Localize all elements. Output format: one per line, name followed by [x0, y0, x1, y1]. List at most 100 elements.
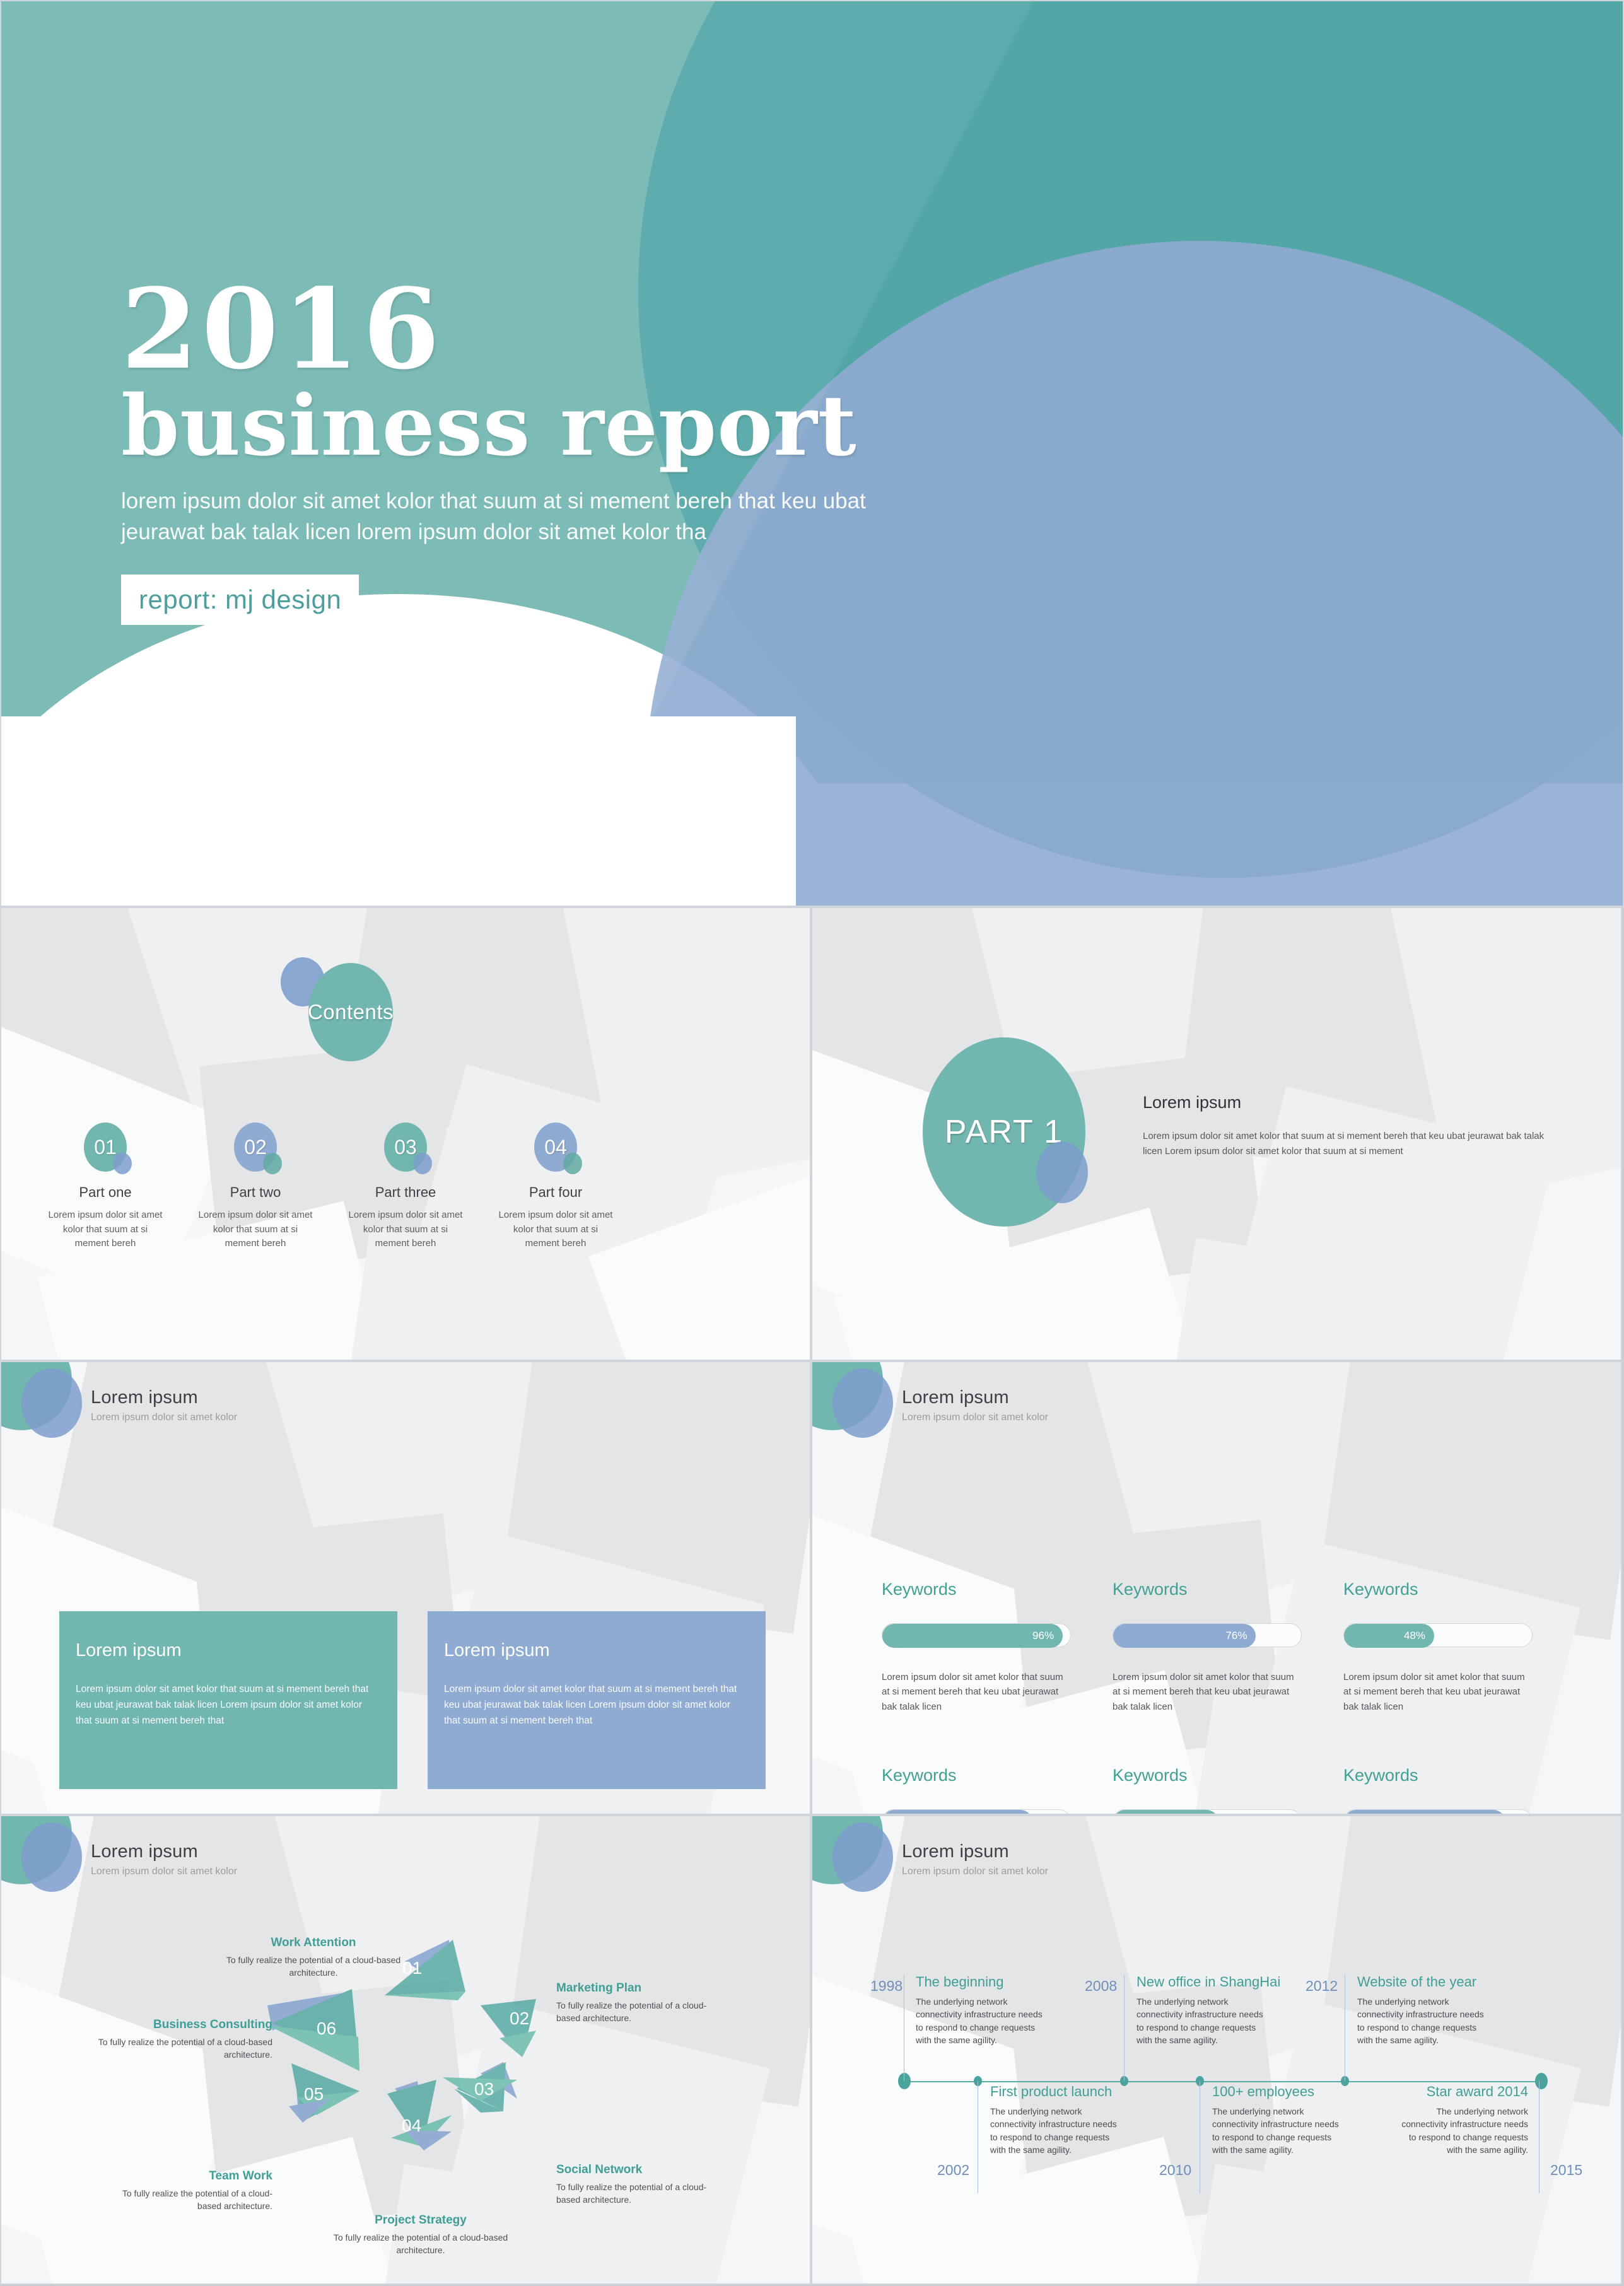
part-number-badge: 02 [234, 1123, 282, 1174]
keyword-item[interactable]: Keywords 86% Lorem ipsum dolor sit amet … [1343, 1765, 1574, 1814]
timeline-year: 2012 [1306, 1978, 1338, 1994]
cycle-step-label: Project Strategy [375, 2213, 467, 2227]
timeline-event-title: First product launch [990, 2084, 1113, 2099]
keyword-item[interactable]: Keywords 80% Lorem ipsum dolor sit amet … [882, 1766, 1113, 1814]
cycle-step-number: 02 [510, 2009, 529, 2028]
progress-track[interactable]: 96% [882, 1623, 1071, 1648]
part-number-badge: 01 [84, 1123, 132, 1174]
cycle-slide[interactable]: Lorem ipsum Lorem ipsum dolor sit amet k… [0, 1815, 811, 2285]
contents-title-circle: Contents [307, 963, 394, 1061]
timeline-event-title: 100+ employees [1212, 2084, 1315, 2099]
logo-blue-circle-icon [832, 1368, 893, 1438]
logo-mark [1, 1362, 82, 1438]
content-box[interactable]: Lorem ipsum Lorem ipsum dolor sit amet k… [428, 1611, 766, 1789]
timeline-stem [1124, 1975, 1125, 2081]
cycle-label-team-work[interactable]: Team Work To fully realize the potential… [102, 2169, 272, 2213]
timeline-event[interactable]: Website of the year The underlying netwo… [1357, 1974, 1502, 2046]
cycle-label-business-consulting[interactable]: Business Consulting To fully realize the… [77, 2018, 272, 2061]
timeline-year: 2008 [1085, 1978, 1118, 1994]
contents-part-item[interactable]: 02 Part two Lorem ipsum dolor sit amet k… [189, 1123, 322, 1251]
timeline-event-body: The underlying network connectivity infr… [1136, 1997, 1263, 2045]
cycle-step-number: 06 [317, 2019, 336, 2038]
timeline-event-title: Website of the year [1357, 1974, 1477, 1990]
part-name: Part two [230, 1184, 281, 1200]
keywords-slide[interactable]: Lorem ipsum Lorem ipsum dolor sit amet k… [811, 1361, 1622, 1815]
cycle-step-label: Marketing Plan [556, 1981, 642, 1995]
timeline-event-title: New office in ShangHai [1136, 1974, 1281, 1990]
progress-track[interactable]: 76% [1113, 1623, 1302, 1648]
progress-track[interactable]: 80% [882, 1809, 1071, 1814]
cover-subtitle: lorem ipsum dolor sit amet kolor that su… [121, 488, 866, 545]
keyword-item[interactable]: Keywords 96% Lorem ipsum dolor sit amet … [882, 1580, 1113, 1714]
cycle-step-label: Social Network [556, 2163, 643, 2176]
cover-white-wedge [1, 716, 796, 906]
slide-title-group: Lorem ipsum Lorem ipsum dolor sit amet k… [91, 1387, 237, 1423]
contents-part-item[interactable]: 03 Part three Lorem ipsum dolor sit amet… [339, 1123, 472, 1251]
part1-slide[interactable]: PART 1 Lorem ipsum Lorem ipsum dolor sit… [811, 907, 1622, 1361]
slide-header: Lorem ipsum Lorem ipsum dolor sit amet k… [812, 1816, 1049, 1892]
contents-part-item[interactable]: 04 Part four Lorem ipsum dolor sit amet … [489, 1123, 622, 1251]
cycle-step-number: 03 [474, 2079, 494, 2099]
progress-track[interactable]: 56% [1113, 1809, 1302, 1814]
slide-title-group: Lorem ipsum Lorem ipsum dolor sit amet k… [91, 1841, 237, 1877]
part-name: Part three [375, 1184, 436, 1200]
progress-track[interactable]: 48% [1343, 1623, 1533, 1648]
keyword-item[interactable]: Keywords 56% Lorem ipsum dolor sit amet … [1113, 1765, 1343, 1814]
keyword-label: Keywords [1343, 1765, 1418, 1785]
cycle-step-desc: To fully realize the potential of a clou… [556, 2000, 707, 2023]
box-heading: Lorem ipsum [76, 1640, 182, 1660]
part-number-badge: 04 [534, 1123, 582, 1174]
cycle-label-project-strategy[interactable]: Project Strategy To fully realize the po… [329, 2213, 512, 2257]
cover-author-badge[interactable]: report: mj design [121, 574, 359, 625]
keyword-description: Lorem ipsum dolor sit amet kolor that su… [1343, 1672, 1525, 1712]
timeline-event-body: The underlying network connectivity infr… [1401, 2106, 1528, 2155]
timeline-event-title: Star award 2014 [1426, 2084, 1528, 2099]
cycle-label-work-attention[interactable]: Work Attention To fully realize the pote… [222, 1936, 405, 1980]
timeline-event-body: The underlying network connectivity infr… [990, 2106, 1117, 2155]
contents-title: Contents [307, 1000, 394, 1023]
keyword-label: Keywords [1113, 1765, 1188, 1785]
timeline-node-start [898, 2073, 911, 2089]
keyword-item[interactable]: Keywords 76% Lorem ipsum dolor sit amet … [1113, 1580, 1343, 1714]
cycle-label-social-network[interactable]: Social Network To fully realize the pote… [556, 2163, 727, 2207]
keyword-item[interactable]: Keywords 48% Lorem ipsum dolor sit amet … [1343, 1580, 1574, 1714]
part1-accent-circle [1036, 1141, 1088, 1203]
page-subtitle: Lorem ipsum dolor sit amet kolor [91, 1866, 238, 1877]
cycle-label-marketing-plan[interactable]: Marketing Plan To fully realize the pote… [556, 1981, 727, 2025]
progress-track[interactable]: 86% [1343, 1809, 1533, 1814]
cycle-step-desc: To fully realize the potential of a clou… [98, 2037, 272, 2060]
timeline-event[interactable]: New office in ShangHai The underlying ne… [1136, 1974, 1294, 2046]
part-description: Lorem ipsum dolor sit amet kolor that su… [48, 1210, 163, 1249]
slide-deck: 2016 business report lorem ipsum dolor s… [0, 0, 1624, 2286]
cycle-step-desc: To fully realize the potential of a clou… [226, 1955, 401, 1978]
logo-blue-circle-icon [832, 1822, 893, 1892]
cover-slide[interactable]: 2016 business report lorem ipsum dolor s… [0, 0, 1624, 907]
page-subtitle: Lorem ipsum dolor sit amet kolor [902, 1866, 1049, 1877]
contents-part-item[interactable]: 01 Part one Lorem ipsum dolor sit amet k… [39, 1123, 172, 1251]
progress-fill: 86% [1344, 1809, 1506, 1814]
box-heading: Lorem ipsum [444, 1640, 550, 1660]
contents-slide[interactable]: Contents 01 Part one Lorem ipsum dolor s… [0, 907, 811, 1361]
timeline-event[interactable]: Star award 2014 The underlying network c… [1393, 2084, 1528, 2156]
box-body: Lorem ipsum dolor sit amet kolor that su… [76, 1684, 369, 1727]
timeline-slide[interactable]: Lorem ipsum Lorem ipsum dolor sit amet k… [811, 1815, 1622, 2285]
content-box[interactable]: Lorem ipsum Lorem ipsum dolor sit amet k… [59, 1611, 397, 1789]
timeline-node-end [1535, 2073, 1548, 2089]
page-subtitle: Lorem ipsum dolor sit amet kolor [902, 1412, 1049, 1423]
slide-row-3: Lorem ipsum Lorem ipsum dolor sit amet k… [0, 1361, 1624, 1815]
timeline-event[interactable]: 100+ employees The underlying network co… [1212, 2084, 1348, 2156]
timeline-event[interactable]: The beginning The underlying network con… [916, 1974, 1051, 2046]
cycle-diagram: 01 02 03 04 05 06 Work Attention To full… [1, 1816, 810, 2283]
cycle-step-label: Business Consulting [153, 2018, 272, 2031]
cover-year: 2016 [121, 265, 444, 394]
page-title: Lorem ipsum [91, 1841, 198, 1862]
timeline-event[interactable]: First product launch The underlying netw… [990, 2084, 1126, 2156]
boxes-slide[interactable]: Lorem ipsum Lorem ipsum dolor sit amet k… [0, 1361, 811, 1815]
progress-value: 96% [1032, 1630, 1054, 1642]
logo-blue-circle-icon [21, 1822, 82, 1892]
part-description: Lorem ipsum dolor sit amet kolor that su… [198, 1210, 313, 1249]
progress-value: 48% [1404, 1630, 1426, 1642]
cycle-step-number: 05 [304, 2084, 324, 2104]
part-description: Lorem ipsum dolor sit amet kolor that su… [498, 1210, 613, 1249]
timeline-year: 2010 [1159, 2162, 1192, 2178]
